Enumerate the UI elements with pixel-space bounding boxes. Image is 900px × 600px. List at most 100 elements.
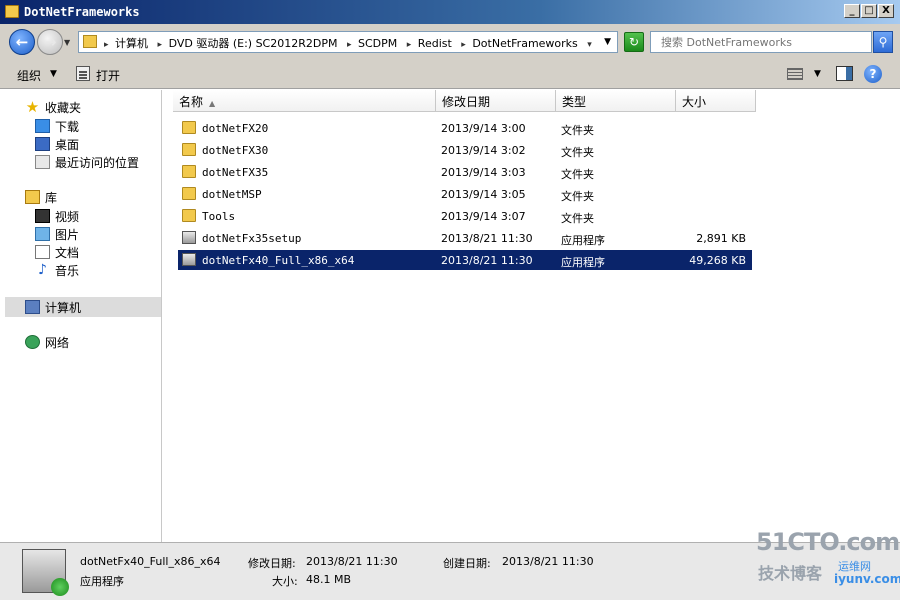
back-button[interactable]: ← bbox=[9, 29, 35, 55]
details-pane: dotNetFx40_Full_x86_x64 修改日期: 2013/8/21 … bbox=[0, 542, 900, 600]
details-modified-label: 修改日期: bbox=[248, 557, 296, 570]
file-row[interactable]: dotNetFX20 2013/9/14 3:00 文件夹 bbox=[178, 118, 752, 138]
star-icon: ★ bbox=[25, 98, 40, 116]
address-bar[interactable]: ▸ 计算机 ▸ DVD 驱动器 (E:) SC2012R2DPM ▸ SCDPM… bbox=[78, 31, 618, 53]
title-bar: DotNetFrameworks _ □ X bbox=[0, 0, 900, 24]
document-icon bbox=[35, 245, 50, 259]
file-type: 应用程序 bbox=[561, 256, 605, 269]
application-icon bbox=[182, 231, 196, 244]
file-row[interactable]: dotNetMSP 2013/9/14 3:05 文件夹 bbox=[178, 184, 752, 204]
breadcrumb-dvd-drive[interactable]: DVD 驱动器 (E:) SC2012R2DPM bbox=[169, 37, 338, 50]
chevron-down-icon[interactable]: ▾ bbox=[587, 40, 592, 50]
file-row[interactable]: dotNetFX35 2013/9/14 3:03 文件夹 bbox=[178, 162, 752, 182]
column-header-name[interactable]: 名称 ▲ bbox=[173, 90, 436, 112]
breadcrumb-scdpm[interactable]: SCDPM bbox=[358, 37, 397, 50]
nav-label: 下载 bbox=[55, 120, 80, 134]
chevron-right-icon[interactable]: ▸ bbox=[347, 40, 352, 50]
file-type: 文件夹 bbox=[561, 212, 594, 225]
sort-ascending-icon: ▲ bbox=[209, 99, 216, 108]
open-button[interactable]: 打开 bbox=[96, 67, 120, 84]
installer-icon bbox=[22, 549, 69, 596]
video-icon bbox=[35, 209, 50, 223]
file-name: dotNetFX20 bbox=[202, 122, 269, 135]
file-row[interactable]: dotNetFx40_Full_x86_x64 2013/8/21 11:30 应用… bbox=[178, 250, 752, 270]
computer-icon bbox=[25, 300, 40, 314]
file-name: dotNetFX35 bbox=[202, 166, 269, 179]
close-button[interactable]: X bbox=[878, 4, 894, 18]
views-dropdown-icon[interactable]: ▼ bbox=[814, 69, 821, 79]
file-type: 文件夹 bbox=[561, 190, 594, 203]
refresh-icon: ↻ bbox=[628, 35, 640, 49]
library-icon bbox=[25, 190, 40, 204]
search-input[interactable] bbox=[651, 32, 871, 52]
file-size: 49,268 KB bbox=[689, 254, 746, 267]
details-modified-value: 2013/8/21 11:30 bbox=[306, 555, 398, 568]
nav-label: 音乐 bbox=[55, 264, 80, 278]
change-view-button[interactable] bbox=[787, 68, 803, 80]
nav-label: 文档 bbox=[55, 246, 80, 260]
breadcrumb-dotnetframeworks[interactable]: DotNetFrameworks bbox=[472, 37, 577, 50]
chevron-right-icon[interactable]: ▸ bbox=[461, 40, 466, 50]
file-type: 文件夹 bbox=[561, 168, 594, 181]
folder-icon bbox=[182, 209, 196, 222]
file-modified-date: 2013/9/14 3:02 bbox=[441, 144, 526, 157]
file-name: dotNetFX30 bbox=[202, 144, 269, 157]
column-header-type[interactable]: 类型 bbox=[556, 90, 676, 112]
folder-icon bbox=[83, 35, 97, 48]
breadcrumb-redist[interactable]: Redist bbox=[418, 37, 452, 50]
recent-places-icon bbox=[35, 155, 50, 169]
navigation-pane: ★ 收藏夹 下载 桌面 最近访问的位置 库 视频 图片 文档 ♪ 音乐 计算机 … bbox=[0, 90, 162, 542]
nav-label: 库 bbox=[45, 191, 58, 205]
nav-label: 网络 bbox=[45, 336, 70, 350]
search-box bbox=[650, 31, 872, 53]
organize-button[interactable]: 组织 bbox=[17, 67, 41, 84]
nav-label: 图片 bbox=[55, 228, 80, 242]
nav-label: 桌面 bbox=[55, 138, 80, 152]
file-name: dotNetMSP bbox=[202, 188, 262, 201]
forward-button[interactable]: → bbox=[37, 29, 63, 55]
file-row[interactable]: Tools 2013/9/14 3:07 文件夹 bbox=[178, 206, 752, 226]
file-type: 文件夹 bbox=[561, 146, 594, 159]
application-icon bbox=[182, 253, 196, 266]
open-icon bbox=[76, 66, 90, 81]
preview-pane-button[interactable] bbox=[836, 66, 853, 81]
address-history-dropdown[interactable]: ▼ bbox=[604, 37, 611, 47]
details-size-value: 48.1 MB bbox=[306, 573, 352, 586]
chevron-right-icon[interactable]: ▸ bbox=[104, 40, 109, 50]
command-bar: 组织 ▼ 打开 ▼ ? bbox=[0, 60, 900, 89]
folder-icon bbox=[182, 187, 196, 200]
breadcrumb: ▸ 计算机 ▸ DVD 驱动器 (E:) SC2012R2DPM ▸ SCDPM… bbox=[101, 35, 595, 51]
nav-label: 计算机 bbox=[45, 301, 82, 315]
file-modified-date: 2013/8/21 11:30 bbox=[441, 232, 533, 245]
minimize-button[interactable]: _ bbox=[844, 4, 860, 18]
file-row[interactable]: dotNetFx35setup 2013/8/21 11:30 应用程序 2,891 … bbox=[178, 228, 752, 248]
refresh-button[interactable]: ↻ bbox=[624, 32, 644, 52]
help-button[interactable]: ? bbox=[864, 65, 882, 83]
column-header-size[interactable]: 大小 bbox=[676, 90, 756, 112]
nav-label: 视频 bbox=[55, 210, 80, 224]
arrow-left-icon: ← bbox=[15, 33, 29, 51]
recent-pages-dropdown[interactable]: ▼ bbox=[64, 38, 70, 47]
maximize-button[interactable]: □ bbox=[861, 4, 877, 18]
details-filename: dotNetFx40_Full_x86_x64 bbox=[80, 555, 221, 568]
breadcrumb-computer[interactable]: 计算机 bbox=[115, 37, 148, 50]
file-modified-date: 2013/9/14 3:05 bbox=[441, 188, 526, 201]
chevron-down-icon[interactable]: ▼ bbox=[50, 69, 57, 79]
file-row[interactable]: dotNetFX30 2013/9/14 3:02 文件夹 bbox=[178, 140, 752, 160]
nav-label: 收藏夹 bbox=[45, 101, 82, 115]
search-button[interactable]: ⚲ bbox=[873, 31, 893, 53]
column-header-date[interactable]: 修改日期 bbox=[436, 90, 556, 112]
file-name: Tools bbox=[202, 210, 236, 223]
chevron-right-icon[interactable]: ▸ bbox=[407, 40, 412, 50]
file-name: dotNetFx40_Full_x86_x64 bbox=[202, 254, 355, 267]
details-created-label: 创建日期: bbox=[443, 557, 491, 570]
file-size: 2,891 KB bbox=[696, 232, 746, 245]
column-header-label: 大小 bbox=[682, 95, 707, 109]
file-modified-date: 2013/9/14 3:07 bbox=[441, 210, 526, 223]
column-header-label: 修改日期 bbox=[442, 95, 491, 109]
chevron-right-icon[interactable]: ▸ bbox=[158, 40, 163, 50]
file-list: 名称 ▲ 修改日期 类型 大小 dotNetFX20 2013/9/14 3:00 文… bbox=[163, 90, 900, 542]
folder-icon bbox=[182, 121, 196, 134]
column-header-label: 类型 bbox=[562, 95, 587, 109]
file-modified-date: 2013/9/14 3:03 bbox=[441, 166, 526, 179]
